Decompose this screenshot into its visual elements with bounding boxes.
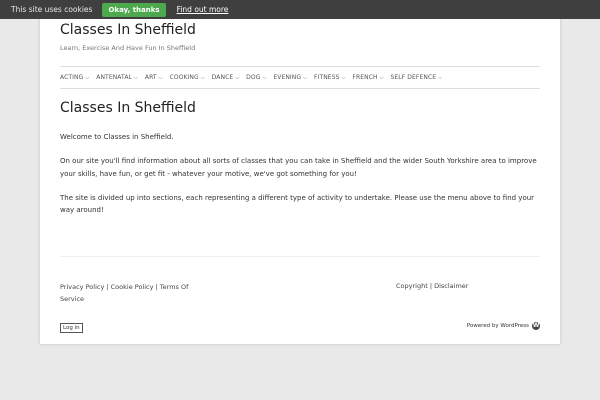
nav-item-fitness[interactable]: Fitness ⌵ [314, 74, 345, 81]
disclaimer-link[interactable]: Disclaimer [434, 282, 468, 290]
nav-item-antenatal[interactable]: Antenatal ⌵ [96, 74, 138, 81]
footer-left-links: Privacy Policy | Cookie Policy | Terms O… [60, 283, 189, 303]
nav-item-french[interactable]: French ⌵ [352, 74, 383, 81]
nav-item-label: Cooking [169, 74, 199, 81]
nav-item-evening[interactable]: Evening ⌵ [273, 74, 307, 81]
nav-item-cooking[interactable]: Cooking ⌵ [170, 74, 205, 81]
content-paragraph: Welcome to Classes in Sheffield. [60, 133, 174, 141]
chevron-down-icon: ⌵ [158, 74, 163, 81]
nav-item-self-defence[interactable]: Self Defence ⌵ [391, 74, 443, 81]
chevron-down-icon: ⌵ [262, 74, 267, 81]
nav-item-dog[interactable]: Dog ⌵ [246, 74, 266, 81]
chevron-down-icon: ⌵ [235, 74, 240, 81]
cookie-policy-link[interactable]: Cookie Policy [111, 283, 154, 291]
site-title[interactable]: Classes In Sheffield [60, 22, 196, 38]
nav-item-label: Evening [273, 74, 302, 81]
cookie-find-out-more-link[interactable]: Find out more [177, 5, 229, 14]
chevron-down-icon: ⌵ [438, 74, 443, 81]
footer-right-links: Copyright | Disclaimer [396, 282, 469, 290]
chevron-down-icon: ⌵ [85, 74, 90, 81]
nav-item-label: Dance [211, 74, 234, 81]
content-paragraph: The site is divided up into sections, ea… [60, 193, 535, 215]
copyright-link[interactable]: Copyright [396, 282, 428, 290]
powered-by-label: Powered by WordPress [466, 323, 529, 329]
chevron-down-icon: ⌵ [134, 74, 138, 81]
main-nav: Acting ⌵ Antenatal ⌵ Art ⌵ Cooking ⌵ Dance ⌵ … [60, 66, 540, 89]
nav-item-label: Self Defence [390, 74, 437, 81]
nav-item-dance[interactable]: Dance ⌵ [212, 74, 239, 81]
nav-item-acting[interactable]: Acting ⌵ [60, 74, 89, 81]
footer-divider [60, 256, 540, 257]
chevron-down-icon: ⌵ [341, 74, 346, 81]
nav-item-label: Art [144, 74, 157, 81]
cookie-bar: This site uses cookies Okay, thanks Find… [0, 0, 600, 19]
nav-item-art[interactable]: Art ⌵ [145, 74, 163, 81]
nav-item-label: Acting [60, 74, 84, 81]
wordpress-icon: W [532, 322, 540, 330]
site-tagline: Learn, Exercise And Have Fun In Sheffiel… [60, 44, 196, 52]
nav-item-label: Antenatal [96, 74, 132, 81]
chevron-down-icon: ⌵ [379, 74, 384, 81]
page-content: Welcome to Classes in Sheffield. On our … [60, 131, 542, 228]
nav-item-label: French [352, 74, 378, 81]
chevron-down-icon: ⌵ [303, 74, 308, 81]
powered-by[interactable]: Powered by WordPress W [467, 322, 540, 330]
nav-item-label: Fitness [314, 74, 340, 81]
cookie-accept-button[interactable]: Okay, thanks [102, 2, 166, 17]
content-paragraph: On our site you'll find information abou… [60, 157, 537, 178]
cookie-message: This site uses cookies [11, 5, 93, 14]
page-card: Classes In Sheffield Learn, Exercise And… [40, 0, 560, 344]
chevron-down-icon: ⌵ [200, 74, 205, 81]
nav-item-label: Dog [246, 74, 261, 81]
privacy-policy-link[interactable]: Privacy Policy [60, 283, 104, 291]
page-title: Classes In Sheffield [60, 100, 196, 116]
login-link[interactable]: Log in [60, 323, 83, 333]
